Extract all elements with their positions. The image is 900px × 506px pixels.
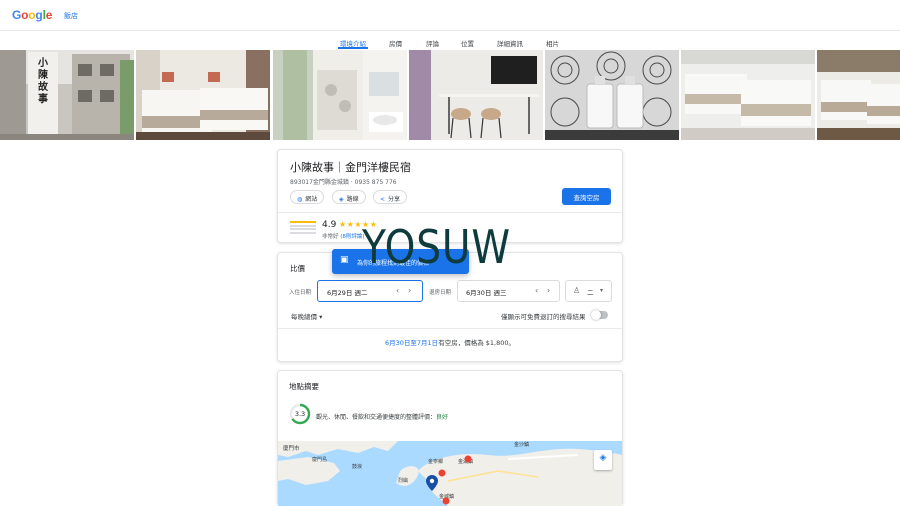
- map-label: 鼓浪: [352, 464, 363, 470]
- tab-reviews[interactable]: 評論: [426, 38, 439, 48]
- photo-amenities[interactable]: [545, 50, 679, 140]
- locate-icon[interactable]: ◈: [594, 450, 612, 470]
- rating-summary: 非常好 (8則評論): [322, 234, 365, 240]
- section-tabs: 環境介紹 房價 評論 位置 詳細資訊 相片: [0, 31, 900, 49]
- chevron-right-icon[interactable]: ›: [408, 286, 411, 295]
- hotel-title: 小陳故事｜金門洋樓民宿: [290, 161, 411, 174]
- poi-marker-icon[interactable]: [464, 455, 472, 463]
- chevron-left-icon[interactable]: ‹: [396, 286, 399, 295]
- globe-icon: ◍: [297, 196, 303, 203]
- location-title: 地點摘要: [289, 382, 319, 391]
- hotel-map-pin-icon[interactable]: [426, 475, 438, 491]
- website-button[interactable]: ◍ 網站: [290, 190, 325, 204]
- checkin-label: 入住日期: [289, 290, 312, 296]
- rating-score: 4.9: [322, 220, 337, 230]
- map-label: 廈門市: [283, 446, 300, 452]
- location-description: 觀光、休閒、餐飲和交通便捷度的整體評價：良好: [316, 414, 449, 421]
- price-section-title: 比價: [290, 264, 305, 273]
- watermark-text: YOSUW: [362, 220, 511, 274]
- divider: [278, 212, 622, 213]
- tab-details[interactable]: 詳細資訊: [497, 38, 523, 48]
- map-label: 金沙鎮: [514, 442, 530, 448]
- guests-selector[interactable]: ♙ 二 ▾: [565, 280, 612, 302]
- hotels-nav-link[interactable]: 飯店: [64, 11, 78, 21]
- tab-prices[interactable]: 房價: [389, 38, 402, 48]
- divider: [278, 328, 622, 329]
- calendar-icon: ▣: [340, 255, 349, 265]
- free-cancel-toggle[interactable]: [591, 310, 608, 320]
- location-map[interactable]: 廈門市 廈門島 鼓浪 金城鎮 金湖鎮 金寧鄉 金沙鎮 烈嶼 ◈: [278, 441, 622, 506]
- checkin-date-field[interactable]: 6月29日 週二 ‹ ›: [317, 280, 423, 302]
- map-label: 金寧鄉: [428, 459, 444, 465]
- photo-bathroom[interactable]: [273, 50, 407, 140]
- rating-bar: [290, 231, 316, 234]
- person-icon: ♙: [573, 286, 581, 295]
- chevron-down-icon: ▾: [600, 287, 604, 294]
- directions-icon: ◈: [339, 196, 344, 203]
- dropdown-arrow-icon: ▾: [319, 313, 323, 321]
- google-logo[interactable]: Google: [12, 8, 52, 22]
- checkout-label: 退房日期: [429, 290, 452, 296]
- poi-marker-icon[interactable]: [442, 497, 450, 505]
- reviews-link[interactable]: (8則評論): [340, 234, 364, 240]
- sign-text: 小陳故事: [38, 58, 48, 105]
- photo-strip: 小陳故事: [0, 50, 900, 140]
- chevron-left-icon[interactable]: ‹: [535, 286, 538, 295]
- photo-building[interactable]: 小陳故事: [0, 50, 134, 140]
- active-tab-indicator: [338, 47, 368, 49]
- tab-location[interactable]: 位置: [461, 38, 474, 48]
- checkout-date-field[interactable]: 6月30日 週三 ‹ ›: [457, 280, 560, 302]
- map-label: 廈門島: [312, 457, 328, 463]
- availability-text: 6月30日至7月1日有空房，價格為 $1,800。: [385, 339, 515, 347]
- directions-button[interactable]: ◈ 路線: [332, 190, 366, 204]
- free-cancel-label: 僅顯示可免費退訂的搜尋結果: [501, 313, 586, 321]
- chevron-right-icon[interactable]: ›: [547, 286, 550, 295]
- map-label: 烈嶼: [398, 478, 409, 484]
- photo-bedroom[interactable]: [136, 50, 270, 140]
- photo-desk[interactable]: [409, 50, 543, 140]
- top-bar: Google 飯店: [0, 0, 900, 31]
- availability-dates-link[interactable]: 6月30日至7月1日: [385, 339, 438, 347]
- poi-marker-icon[interactable]: [438, 469, 446, 477]
- rating-bar: [290, 224, 316, 227]
- tab-photos[interactable]: 相片: [546, 38, 559, 48]
- per-night-dropdown[interactable]: 每晚總價 ▾: [291, 311, 322, 321]
- rating-bar: [290, 221, 316, 223]
- share-icon: <: [380, 196, 386, 203]
- location-score: 3.3: [294, 410, 306, 418]
- rating-bar: [290, 228, 316, 231]
- check-availability-button[interactable]: 查詢空房: [562, 188, 611, 205]
- hotel-address: 893017金門縣金城鎮 · 0935 875 776: [290, 179, 397, 186]
- share-button[interactable]: < 分享: [373, 190, 408, 204]
- rating-distribution: [290, 221, 316, 237]
- photo-bedroom-3[interactable]: [817, 50, 900, 140]
- photo-bedroom-2[interactable]: [681, 50, 815, 140]
